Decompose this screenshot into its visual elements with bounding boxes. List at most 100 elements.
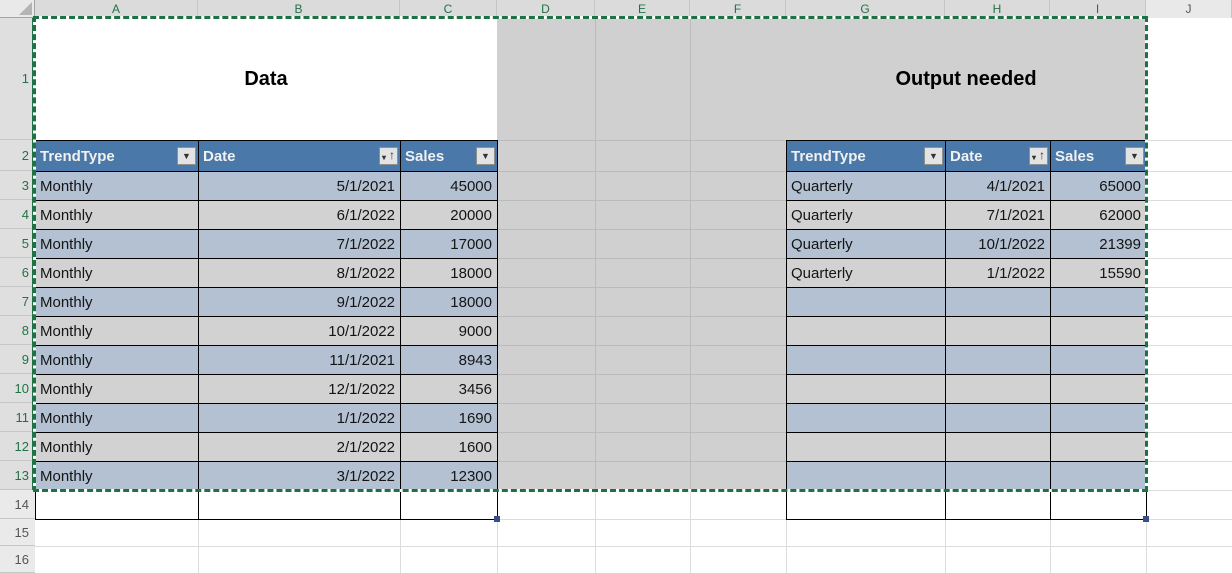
cell-c9[interactable]: 8943 [401, 346, 498, 375]
row-header-7[interactable]: 7 [0, 287, 35, 316]
cell-a10[interactable]: Monthly [36, 375, 199, 404]
cell-i7[interactable] [1051, 288, 1147, 317]
cell-b8[interactable]: 10/1/2022 [199, 317, 401, 346]
header-cell-g2[interactable]: TrendType ▼ [787, 141, 946, 172]
cell-h4[interactable]: 7/1/2021 [946, 201, 1051, 230]
cell-b6[interactable]: 8/1/2022 [199, 259, 401, 288]
row-header-6[interactable]: 6 [0, 258, 35, 287]
select-all-corner[interactable] [0, 0, 35, 18]
cell-h14[interactable] [946, 491, 1051, 520]
cell-g14[interactable] [787, 491, 946, 520]
cell-i3[interactable]: 65000 [1051, 172, 1147, 201]
cell-c5[interactable]: 17000 [401, 230, 498, 259]
cell-a3[interactable]: Monthly [36, 172, 199, 201]
row-header-12[interactable]: 12 [0, 432, 35, 461]
row-header-14[interactable]: 14 [0, 490, 35, 519]
cell-c6[interactable]: 18000 [401, 259, 498, 288]
filter-button-trendtype[interactable]: ▼ [924, 147, 943, 165]
cell-g12[interactable] [787, 433, 946, 462]
row-header-1[interactable]: 1 [0, 18, 35, 140]
cell-h6[interactable]: 1/1/2022 [946, 259, 1051, 288]
cell-i6[interactable]: 15590 [1051, 259, 1147, 288]
cell-h12[interactable] [946, 433, 1051, 462]
cell-i14[interactable] [1051, 491, 1147, 520]
row-header-10[interactable]: 10 [0, 374, 35, 403]
cell-i8[interactable] [1051, 317, 1147, 346]
cell-g6[interactable]: Quarterly [787, 259, 946, 288]
cell-h10[interactable] [946, 375, 1051, 404]
cell-i13[interactable] [1051, 462, 1147, 491]
row-header-11[interactable]: 11 [0, 403, 35, 432]
cell-c3[interactable]: 45000 [401, 172, 498, 201]
cell-h7[interactable] [946, 288, 1051, 317]
table-resize-handle[interactable] [1143, 516, 1149, 522]
header-cell-c2[interactable]: Sales ▼ [401, 141, 498, 172]
header-cell-b2[interactable]: Date ▾ ↑ [199, 141, 401, 172]
cell-c11[interactable]: 1690 [401, 404, 498, 433]
cell-i9[interactable] [1051, 346, 1147, 375]
cell-i4[interactable]: 62000 [1051, 201, 1147, 230]
header-cell-i2[interactable]: Sales ▼ [1051, 141, 1147, 172]
cell-b14[interactable] [199, 491, 401, 520]
row-header-3[interactable]: 3 [0, 171, 35, 200]
cell-g5[interactable]: Quarterly [787, 230, 946, 259]
cell-a13[interactable]: Monthly [36, 462, 199, 491]
cell-b12[interactable]: 2/1/2022 [199, 433, 401, 462]
header-cell-a2[interactable]: TrendType ▼ [36, 141, 199, 172]
cell-b3[interactable]: 5/1/2021 [199, 172, 401, 201]
cell-c8[interactable]: 9000 [401, 317, 498, 346]
cell-g4[interactable]: Quarterly [787, 201, 946, 230]
sort-filter-button-date[interactable]: ▾ ↑ [379, 147, 398, 165]
cell-a11[interactable]: Monthly [36, 404, 199, 433]
cell-h8[interactable] [946, 317, 1051, 346]
cell-i10[interactable] [1051, 375, 1147, 404]
cell-b4[interactable]: 6/1/2022 [199, 201, 401, 230]
cell-a14[interactable] [36, 491, 199, 520]
cell-h11[interactable] [946, 404, 1051, 433]
cell-g9[interactable] [787, 346, 946, 375]
cell-a7[interactable]: Monthly [36, 288, 199, 317]
table-resize-handle[interactable] [494, 516, 500, 522]
cell-g3[interactable]: Quarterly [787, 172, 946, 201]
cell-g8[interactable] [787, 317, 946, 346]
sort-filter-button-date[interactable]: ▾ ↑ [1029, 147, 1048, 165]
filter-button-sales[interactable]: ▼ [476, 147, 495, 165]
cell-c10[interactable]: 3456 [401, 375, 498, 404]
cell-a4[interactable]: Monthly [36, 201, 199, 230]
cell-g10[interactable] [787, 375, 946, 404]
cell-c12[interactable]: 1600 [401, 433, 498, 462]
cell-c14[interactable] [401, 491, 498, 520]
cell-b5[interactable]: 7/1/2022 [199, 230, 401, 259]
cell-c13[interactable]: 12300 [401, 462, 498, 491]
cell-a5[interactable]: Monthly [36, 230, 199, 259]
cell-h5[interactable]: 10/1/2022 [946, 230, 1051, 259]
cell-b7[interactable]: 9/1/2022 [199, 288, 401, 317]
cell-a8[interactable]: Monthly [36, 317, 199, 346]
cell-i12[interactable] [1051, 433, 1147, 462]
row-header-13[interactable]: 13 [0, 461, 35, 490]
cell-g7[interactable] [787, 288, 946, 317]
cell-i5[interactable]: 21399 [1051, 230, 1147, 259]
cell-b9[interactable]: 11/1/2021 [199, 346, 401, 375]
cell-b11[interactable]: 1/1/2022 [199, 404, 401, 433]
cell-h9[interactable] [946, 346, 1051, 375]
row-header-2[interactable]: 2 [0, 140, 35, 171]
column-header-j[interactable]: J [1146, 0, 1232, 18]
row-header-8[interactable]: 8 [0, 316, 35, 345]
row-header-9[interactable]: 9 [0, 345, 35, 374]
cell-a9[interactable]: Monthly [36, 346, 199, 375]
cell-h3[interactable]: 4/1/2021 [946, 172, 1051, 201]
cell-b13[interactable]: 3/1/2022 [199, 462, 401, 491]
cell-h13[interactable] [946, 462, 1051, 491]
cell-a6[interactable]: Monthly [36, 259, 199, 288]
cell-a12[interactable]: Monthly [36, 433, 199, 462]
filter-button-trendtype[interactable]: ▼ [177, 147, 196, 165]
cell-c7[interactable]: 18000 [401, 288, 498, 317]
filter-button-sales[interactable]: ▼ [1125, 147, 1144, 165]
row-header-15[interactable]: 15 [0, 519, 35, 546]
row-header-16[interactable]: 16 [0, 546, 35, 573]
cell-c4[interactable]: 20000 [401, 201, 498, 230]
cell-g13[interactable] [787, 462, 946, 491]
cell-i11[interactable] [1051, 404, 1147, 433]
header-cell-h2[interactable]: Date ▾ ↑ [946, 141, 1051, 172]
